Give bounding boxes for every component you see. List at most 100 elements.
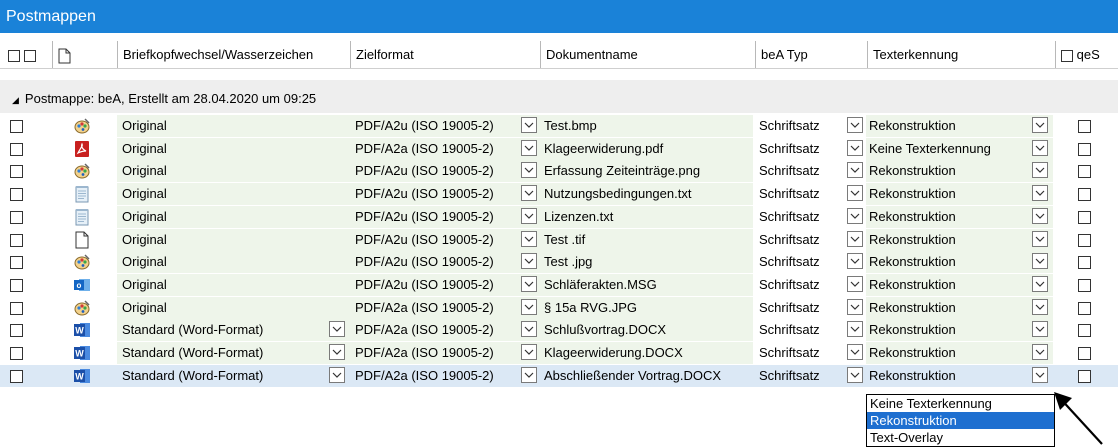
briefkopf-cell[interactable]: Original [117, 296, 349, 319]
briefkopf-cell[interactable]: Standard (Word-Format) [117, 319, 349, 342]
briefkopf-cell[interactable]: Original [117, 115, 349, 137]
texterkennung-cell[interactable]: Rekonstruktion [866, 228, 1053, 251]
header-file-type-cell[interactable] [52, 41, 112, 68]
chevron-down-icon[interactable] [329, 366, 345, 383]
chevron-down-icon[interactable] [521, 117, 537, 133]
texterkennung-cell[interactable]: Rekonstruktion [866, 115, 1053, 137]
chevron-down-icon[interactable] [329, 344, 345, 360]
chevron-down-icon[interactable] [521, 321, 537, 338]
dokumentname-cell[interactable]: Erfassung Zeiteinträge.png [539, 160, 753, 183]
zielformat-cell[interactable]: PDF/A2a (ISO 19005-2) [349, 296, 539, 319]
row-select-checkbox[interactable] [10, 278, 23, 292]
row-select-checkbox[interactable] [10, 256, 23, 270]
chevron-down-icon[interactable] [847, 321, 863, 338]
qes-checkbox[interactable] [1078, 324, 1091, 338]
group-row[interactable]: ◢ Postmappe: beA, Erstellt am 28.04.2020 … [0, 80, 1118, 113]
zielformat-cell[interactable]: PDF/A2a (ISO 19005-2) [349, 137, 539, 160]
row-select-checkbox[interactable] [10, 347, 23, 360]
qes-checkbox[interactable] [1078, 120, 1091, 133]
table-row[interactable]: Original PDF/A2u (ISO 19005-2) Test .jpg Sc… [0, 251, 1118, 274]
zielformat-cell[interactable]: PDF/A2a (ISO 19005-2) [349, 365, 539, 387]
row-select-checkbox[interactable] [10, 142, 23, 156]
chevron-down-icon[interactable] [521, 298, 537, 315]
dokumentname-cell[interactable]: Nutzungsbedingungen.txt [539, 183, 753, 206]
select-all-checkbox-2[interactable] [23, 49, 36, 62]
qes-checkbox[interactable] [1078, 347, 1091, 360]
texterkennung-dropdown-list[interactable]: Keine Texterkennung Rekonstruktion Text-… [866, 394, 1055, 447]
chevron-down-icon[interactable] [1032, 344, 1048, 360]
briefkopf-cell[interactable]: Original [117, 251, 349, 274]
select-all-checkbox[interactable] [8, 49, 20, 62]
row-select-checkbox[interactable] [10, 324, 23, 338]
qes-checkbox[interactable] [1078, 256, 1091, 270]
briefkopf-cell[interactable]: Original [117, 160, 349, 183]
zielformat-cell[interactable]: PDF/A2u (ISO 19005-2) [349, 183, 539, 206]
header-texterkennung[interactable]: Texterkennung [867, 41, 1050, 68]
texterkennung-cell[interactable]: Rekonstruktion [866, 365, 1053, 387]
texterkennung-cell[interactable]: Rekonstruktion [866, 273, 1053, 296]
chevron-down-icon[interactable] [847, 366, 863, 383]
row-select-checkbox[interactable] [10, 233, 23, 247]
chevron-down-icon[interactable] [847, 162, 863, 179]
chevron-down-icon[interactable] [1032, 207, 1048, 224]
chevron-down-icon[interactable] [847, 298, 863, 315]
texterkennung-cell[interactable]: Rekonstruktion [866, 296, 1053, 319]
dokumentname-cell[interactable]: Lizenzen.txt [539, 205, 753, 228]
qes-checkbox[interactable] [1078, 188, 1091, 202]
texterkennung-cell[interactable]: Keine Texterkennung [866, 137, 1053, 160]
chevron-down-icon[interactable] [847, 207, 863, 224]
chevron-down-icon[interactable] [1032, 230, 1048, 247]
table-row[interactable]: W Standard (Word-Format) PDF/A2a (ISO 1900… [0, 364, 1118, 387]
table-row[interactable]: o Original PDF/A2u (ISO 19005-2) Schläferak… [0, 273, 1118, 296]
chevron-down-icon[interactable] [1032, 162, 1048, 179]
chevron-down-icon[interactable] [521, 366, 537, 383]
chevron-down-icon[interactable] [521, 230, 537, 247]
row-select-checkbox[interactable] [10, 120, 23, 133]
qes-checkbox[interactable] [1078, 210, 1091, 224]
dropdown-option[interactable]: Text-Overlay [867, 429, 1054, 446]
table-row[interactable]: Original PDF/A2u (ISO 19005-2) Test .tif Sc… [0, 228, 1118, 251]
dokumentname-cell[interactable]: Abschließender Vortrag.DOCX [539, 365, 753, 387]
briefkopf-cell[interactable]: Standard (Word-Format) [117, 365, 349, 387]
qes-checkbox[interactable] [1078, 142, 1091, 156]
briefkopf-cell[interactable]: Original [117, 137, 349, 160]
qes-checkbox[interactable] [1078, 278, 1091, 292]
qes-checkbox[interactable] [1078, 233, 1091, 247]
table-row[interactable]: Original PDF/A2u (ISO 19005-2) Erfassung Z… [0, 160, 1118, 183]
chevron-down-icon[interactable] [847, 344, 863, 360]
chevron-down-icon[interactable] [847, 185, 863, 202]
zielformat-cell[interactable]: PDF/A2a (ISO 19005-2) [349, 319, 539, 342]
table-row[interactable]: Original PDF/A2u (ISO 19005-2) Test.bmp Sch… [0, 115, 1118, 137]
header-qes[interactable]: qeS [1055, 41, 1118, 68]
chevron-down-icon[interactable] [521, 185, 537, 202]
zielformat-cell[interactable]: PDF/A2u (ISO 19005-2) [349, 228, 539, 251]
zielformat-cell[interactable]: PDF/A2a (ISO 19005-2) [349, 342, 539, 364]
briefkopf-cell[interactable]: Original [117, 183, 349, 206]
chevron-down-icon[interactable] [847, 230, 863, 247]
chevron-down-icon[interactable] [521, 275, 537, 292]
chevron-down-icon[interactable] [847, 275, 863, 292]
chevron-down-icon[interactable] [521, 253, 537, 270]
briefkopf-cell[interactable]: Standard (Word-Format) [117, 342, 349, 364]
chevron-down-icon[interactable] [1032, 298, 1048, 315]
chevron-down-icon[interactable] [1032, 185, 1048, 202]
dokumentname-cell[interactable]: Schläferakten.MSG [539, 273, 753, 296]
briefkopf-cell[interactable]: Original [117, 228, 349, 251]
table-row[interactable]: Original PDF/A2u (ISO 19005-2) Lizenzen.tx… [0, 205, 1118, 228]
chevron-down-icon[interactable] [1032, 275, 1048, 292]
zielformat-cell[interactable]: PDF/A2u (ISO 19005-2) [349, 273, 539, 296]
dokumentname-cell[interactable]: § 15a RVG.JPG [539, 296, 753, 319]
header-dokumentname[interactable]: Dokumentname [540, 41, 755, 68]
header-zielformat[interactable]: Zielformat [350, 41, 540, 68]
chevron-down-icon[interactable] [1032, 117, 1048, 133]
row-select-checkbox[interactable] [10, 188, 23, 202]
row-select-checkbox[interactable] [10, 369, 23, 383]
chevron-down-icon[interactable] [329, 321, 345, 338]
dropdown-option-highlighted[interactable]: Rekonstruktion [867, 412, 1054, 429]
row-select-checkbox[interactable] [10, 165, 23, 179]
briefkopf-cell[interactable]: Original [117, 205, 349, 228]
collapse-triangle-icon[interactable]: ◢ [12, 95, 19, 105]
chevron-down-icon[interactable] [521, 344, 537, 360]
chevron-down-icon[interactable] [1032, 253, 1048, 270]
dokumentname-cell[interactable]: Test.bmp [539, 115, 753, 137]
